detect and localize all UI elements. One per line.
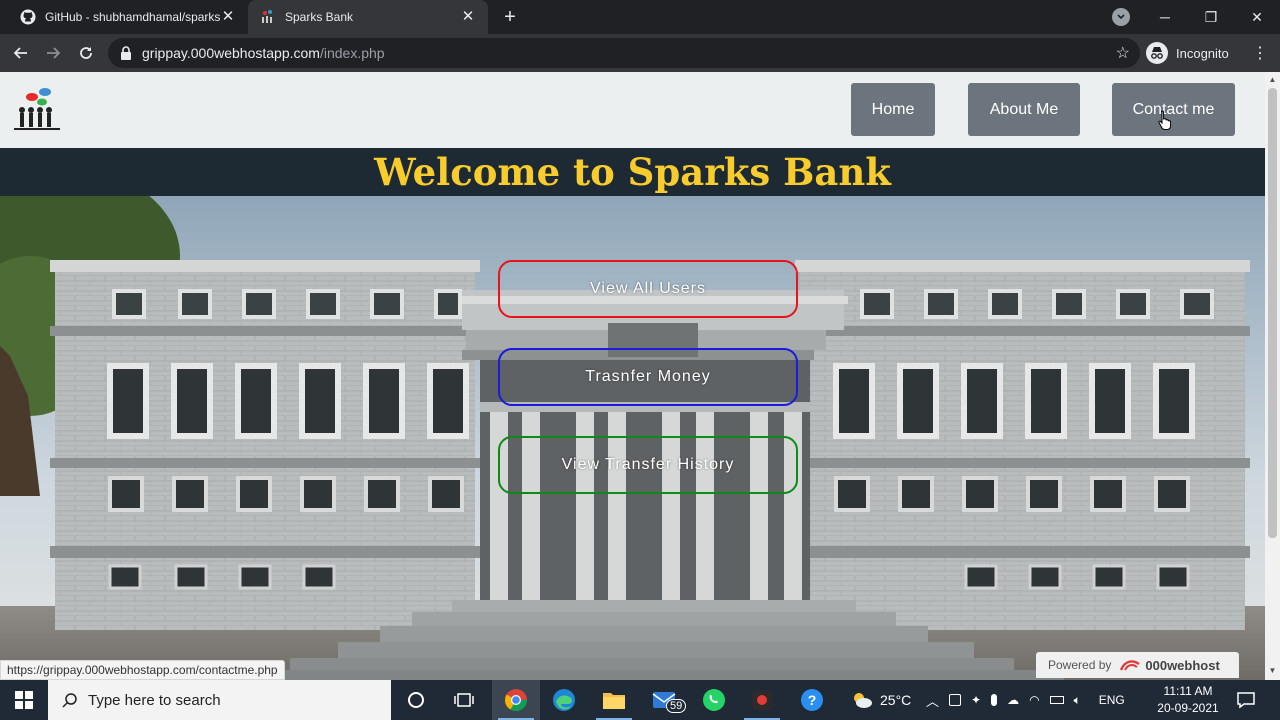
tab-title: GitHub - shubhamdhamal/sparks xyxy=(45,10,220,24)
notifications-icon[interactable] xyxy=(1222,680,1270,720)
powered-by-text: Powered by xyxy=(1048,658,1112,672)
task-view-icon[interactable] xyxy=(440,680,488,720)
windows-taskbar: Type here to search 59 ? 25°C ︿ ✦ ☁ ◠ 🔈︎… xyxy=(0,680,1280,720)
tab-title: Sparks Bank xyxy=(285,10,354,24)
forward-icon[interactable] xyxy=(41,41,65,65)
edge-taskbar-icon[interactable] xyxy=(540,680,588,720)
hand-cursor-icon xyxy=(1158,110,1172,130)
page-viewport: Home About Me Contact me Welcome to Spar… xyxy=(0,72,1265,680)
close-tab-icon[interactable]: ✕ xyxy=(460,9,476,25)
partly-cloudy-icon xyxy=(854,693,872,708)
tab-search-icon[interactable] xyxy=(1112,8,1130,26)
incognito-profile[interactable]: Incognito xyxy=(1146,39,1229,67)
scrollbar-thumb[interactable] xyxy=(1268,88,1277,538)
close-tab-icon[interactable]: ✕ xyxy=(220,9,236,25)
whatsapp-icon[interactable] xyxy=(690,680,738,720)
minimize-icon[interactable]: ─ xyxy=(1142,0,1188,34)
svg-text:?: ? xyxy=(808,692,817,708)
lock-icon xyxy=(121,46,131,60)
microphone-icon[interactable] xyxy=(991,694,998,706)
clock-time: 11:11 AM xyxy=(1163,684,1213,698)
webhost-logo-icon xyxy=(1120,660,1141,671)
url-path: /index.php xyxy=(319,45,385,61)
page-scrollbar[interactable]: ▲ ▼ xyxy=(1265,72,1280,680)
powered-by-badge[interactable]: Powered by 000webhost xyxy=(1036,652,1239,678)
address-bar[interactable]: grippay.000webhostapp.com/index.php ☆ xyxy=(108,38,1140,68)
weather-widget[interactable]: 25°C xyxy=(850,680,911,720)
tab-sparks-bank[interactable]: Sparks Bank ✕ xyxy=(248,0,488,34)
bookmark-star-icon[interactable]: ☆ xyxy=(1116,43,1130,63)
meet-now-icon[interactable] xyxy=(949,694,962,706)
view-transfer-history-button[interactable]: View Transfer History xyxy=(498,436,798,494)
taskbar-clock[interactable]: 11:11 AM 20-09-2021 xyxy=(1150,683,1226,717)
weather-temp: 25°C xyxy=(880,692,912,708)
page-title: Welcome to Sparks Bank xyxy=(374,150,891,194)
powered-brand: 000webhost xyxy=(1145,657,1220,673)
browser-menu-icon[interactable]: ⋮ xyxy=(1252,43,1268,63)
browser-tab-strip: GitHub - shubhamdhamal/sparks ✕ Sparks B… xyxy=(0,0,1280,34)
tab-github[interactable]: GitHub - shubhamdhamal/sparks ✕ xyxy=(8,0,248,34)
system-tray-icons: ︿ ✦ ☁ ◠ 🔈︎ ENG xyxy=(926,680,1125,720)
view-all-users-button[interactable]: View All Users xyxy=(498,260,798,318)
clock-date: 20-09-2021 xyxy=(1157,701,1219,715)
onedrive-icon[interactable]: ☁ xyxy=(1007,693,1019,707)
search-icon xyxy=(62,693,77,708)
sparks-logo-icon xyxy=(260,9,276,25)
link-status-bubble: https://grippay.000webhostapp.com/contac… xyxy=(0,660,285,680)
scroll-down-icon[interactable]: ▼ xyxy=(1268,666,1277,675)
dropbox-icon[interactable]: ✦ xyxy=(971,693,981,707)
browser-toolbar: grippay.000webhostapp.com/index.php ☆ In… xyxy=(0,34,1280,72)
new-tab-button[interactable]: + xyxy=(498,5,522,29)
back-icon[interactable] xyxy=(9,41,33,65)
taskbar-search-placeholder: Type here to search xyxy=(88,691,221,709)
file-explorer-icon[interactable] xyxy=(590,680,638,720)
chrome-taskbar-icon[interactable] xyxy=(492,680,540,720)
site-logo[interactable] xyxy=(12,86,62,132)
chevron-up-icon[interactable]: ︿ xyxy=(926,691,939,710)
scroll-up-icon[interactable]: ▲ xyxy=(1268,75,1277,84)
help-icon[interactable]: ? xyxy=(788,680,836,720)
cortana-icon[interactable] xyxy=(392,680,440,720)
close-window-icon[interactable]: ✕ xyxy=(1234,0,1280,34)
nav-contact-button[interactable]: Contact me xyxy=(1112,83,1235,136)
profile-label: Incognito xyxy=(1176,45,1229,61)
wifi-icon[interactable]: ◠ xyxy=(1029,693,1039,707)
mail-taskbar-icon[interactable]: 59 xyxy=(640,680,688,720)
windows-start-icon[interactable] xyxy=(0,680,48,720)
nav-home-button[interactable]: Home xyxy=(851,83,935,136)
welcome-banner: Welcome to Sparks Bank xyxy=(0,148,1265,196)
url-host: grippay.000webhostapp.com xyxy=(142,45,320,61)
site-navbar: Home About Me Contact me xyxy=(0,72,1265,148)
volume-icon[interactable]: 🔈︎ xyxy=(1074,693,1081,708)
github-icon xyxy=(20,9,36,25)
taskbar-search-box[interactable]: Type here to search xyxy=(48,680,391,720)
restore-icon[interactable]: ❐ xyxy=(1188,0,1234,34)
battery-icon[interactable] xyxy=(1049,696,1064,704)
language-indicator[interactable]: ENG xyxy=(1099,693,1125,707)
recorder-icon[interactable] xyxy=(738,680,786,720)
bank-building-hero: View All Users Trasnfer Money View Trans… xyxy=(0,196,1265,680)
nav-about-button[interactable]: About Me xyxy=(968,83,1080,136)
mail-badge: 59 xyxy=(666,699,687,713)
incognito-icon xyxy=(1146,42,1168,64)
transfer-money-button[interactable]: Trasnfer Money xyxy=(498,348,798,406)
reload-icon[interactable] xyxy=(74,41,98,65)
